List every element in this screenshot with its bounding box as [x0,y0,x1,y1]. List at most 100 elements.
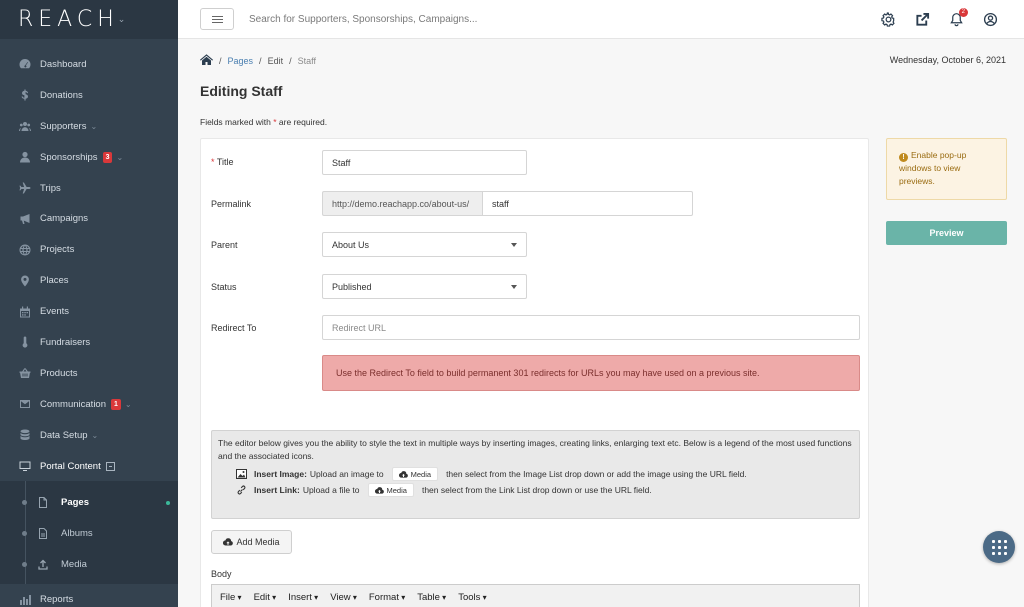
topbar: 2 [178,0,1024,39]
active-indicator [166,500,170,505]
topbar-icons: 2 [880,0,998,39]
sidebar-item-reports[interactable]: Reports [0,584,178,607]
parent-select[interactable]: About Us [322,232,527,257]
editor-menu-edit[interactable]: Edit [254,592,277,603]
sidebar-item-label: Dashboard [40,58,87,70]
editor-menu-format[interactable]: Format [369,592,405,603]
add-media-button[interactable]: Add Media [211,530,292,554]
permalink-label: Permalink [211,199,252,209]
apps-grid-button[interactable] [983,531,1015,563]
sidebar-item-projects[interactable]: Projects [0,234,178,265]
sidebar-nav: Dashboard Donations Supporters ⌄ Sponsor… [0,39,178,607]
collapse-icon[interactable] [105,461,115,471]
sidebar-item-label: Sponsorships [40,151,98,163]
title-input[interactable]: Staff [322,150,527,175]
editor-menu-table[interactable]: Table [417,592,446,603]
chevron-down-icon: ⌄ [117,14,126,24]
body-label: Body [211,569,232,579]
sidebar-item-label: Media [61,559,87,571]
required-note: Fields marked with * are required. [200,117,327,127]
sidebar-item-products[interactable]: Products [0,358,178,389]
exclamation-circle-icon: ! [899,153,908,162]
sidebar-item-portal-content[interactable]: Portal Content [0,451,178,482]
sidebar-item-campaigns[interactable]: Campaigns [0,203,178,234]
chevron-down-icon: ⌄ [124,399,132,409]
reports-icon [18,594,32,606]
portal-content-subnav: Pages Albums Media [0,481,178,585]
notifications-button[interactable]: 2 [948,7,968,28]
menu-toggle-button[interactable] [200,8,234,30]
redirect-info-alert: Use the Redirect To field to build perma… [322,355,860,391]
chevron-down-icon: ⌄ [90,121,98,131]
sidebar-item-events[interactable]: Events [0,296,178,327]
sidebar-item-label: Albums [61,528,93,540]
cloud-upload-icon [398,470,408,478]
status-select[interactable]: Published [322,274,527,299]
basket-icon [18,367,32,379]
editor-menu-insert[interactable]: Insert [288,592,318,603]
media-chip-label: Media [410,469,432,479]
permalink-input[interactable]: staff [482,191,693,216]
sidebar-item-fundraisers[interactable]: Fundraisers [0,327,178,358]
status-select-value: Published [332,281,372,292]
breadcrumb-separator: / [289,55,292,66]
sidebar-item-data-setup[interactable]: Data Setup ⌄ [0,420,178,451]
editor-menu-tools[interactable]: Tools [458,592,486,603]
sidebar-item-communication[interactable]: Communication 1 ⌄ [0,389,178,420]
required-note-post: are required. [278,117,328,127]
grid-dot [991,539,995,543]
editor-menu-view[interactable]: View [330,592,357,603]
main-content: / Pages / Edit / Staff Wednesday, Octobe… [178,40,1024,607]
account-button[interactable] [982,12,998,28]
sidebar-item-label: Campaigns [40,213,89,225]
home-icon[interactable] [200,54,213,67]
external-link-button[interactable] [914,12,930,28]
page-title: Editing Staff [200,83,283,99]
sidebar-item-dashboard[interactable]: Dashboard [0,49,178,80]
caret-down-icon [511,243,517,247]
preview-button[interactable]: Preview [886,221,1007,245]
required-star: * [273,117,277,127]
editor-menubar: File Edit Insert View Format Table Tools [211,584,860,607]
editor-legend: The editor below gives you the ability t… [211,430,860,519]
plane-icon [18,182,32,194]
parent-label: Parent [211,240,238,250]
breadcrumb-separator: / [219,55,222,66]
editor-menu-file[interactable]: File [220,592,242,603]
logo-area[interactable]: REACH ⌄ [0,0,178,39]
status-label: Status [211,282,237,292]
sidebar-item-supporters[interactable]: Supporters ⌄ [0,111,178,142]
add-media-label: Add Media [236,537,280,547]
grid-dot [1003,551,1007,555]
sidebar-subitem-pages[interactable]: Pages [0,487,178,518]
sidebar-item-label: Trips [40,182,61,194]
grid-dot [1003,545,1007,549]
search-input[interactable] [249,9,669,29]
sidebar-item-label: Supporters [40,120,87,132]
sidebar-item-label: Reports [40,594,74,606]
sidebar-item-donations[interactable]: Donations [0,80,178,111]
sponsorships-count-badge: 3 [102,151,113,163]
redirect-url-input[interactable]: Redirect URL [322,315,860,340]
title-label: * Title [211,157,234,167]
title-label-text: Title [216,157,234,167]
external-link-icon [915,12,929,26]
map-marker-icon [18,275,32,287]
sidebar-item-places[interactable]: Places [0,265,178,296]
sidebar-item-label: Communication [40,398,106,410]
sidebar-subitem-albums[interactable]: Albums [0,518,178,549]
sidebar-item-label: Places [40,275,69,287]
users-icon [18,120,32,132]
sidebar-item-trips[interactable]: Trips [0,173,178,204]
settings-button[interactable] [880,12,896,28]
logo: REACH [18,7,119,32]
sidebar-item-label: Projects [40,244,75,256]
link-icon [236,485,248,496]
grid-dot [991,551,995,555]
redirect-label: Redirect To [211,323,257,333]
breadcrumb-pages-link[interactable]: Pages [228,56,254,66]
sidebar-item-sponsorships[interactable]: Sponsorships 3 ⌄ [0,142,178,173]
sidebar-subitem-media[interactable]: Media [0,549,178,580]
tree-dot [22,562,27,568]
required-star: * [211,157,215,167]
